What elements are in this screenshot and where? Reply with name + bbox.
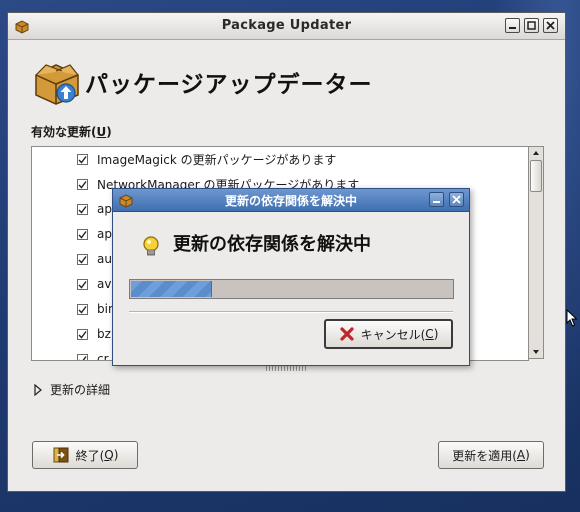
update-checkbox[interactable]: [77, 303, 88, 315]
dialog-separator: [129, 311, 453, 313]
list-item[interactable]: bz: [77, 324, 111, 344]
checkmark-icon: [78, 155, 87, 164]
close-icon: [452, 195, 461, 204]
progress-fill: [131, 281, 212, 297]
expander-triangle-icon: [34, 383, 42, 396]
update-checkbox[interactable]: [77, 178, 88, 190]
dialog-titlebar[interactable]: 更新の依存関係を解決中: [113, 189, 469, 212]
update-checkbox[interactable]: [77, 253, 88, 265]
dialog-heading: 更新の依存関係を解決中: [173, 234, 371, 255]
update-label: cr: [97, 352, 109, 361]
progress-bar: [129, 279, 454, 299]
package-update-icon: [35, 64, 79, 105]
scrollbar-thumb[interactable]: [530, 160, 542, 192]
checkmark-icon: [78, 230, 87, 239]
minimize-icon: [509, 27, 516, 29]
checkmark-icon: [78, 330, 87, 339]
maximize-icon: [527, 21, 536, 30]
minimize-icon: [433, 201, 440, 203]
checkmark-icon: [78, 205, 87, 214]
minimize-button[interactable]: [505, 18, 520, 33]
cancel-button[interactable]: キャンセル(C): [324, 319, 453, 349]
update-label: ap: [97, 202, 112, 216]
dialog-minimize-button[interactable]: [429, 192, 444, 207]
checkmark-icon: [78, 355, 87, 360]
info-bulb-icon: [143, 236, 159, 256]
update-checkbox[interactable]: [77, 278, 88, 290]
checkmark-icon: [78, 180, 87, 189]
update-checkbox[interactable]: [77, 203, 88, 215]
page-title: パッケージアップデーター: [85, 72, 373, 98]
available-updates-label: 有効な更新(U): [31, 125, 112, 139]
list-item[interactable]: cr: [77, 349, 109, 361]
resolving-dependencies-dialog: 更新の依存関係を解決中 更新の依存関係を解決中 キャンセル(C): [112, 188, 470, 366]
list-item[interactable]: ap: [77, 199, 112, 219]
update-label: bz: [97, 327, 111, 341]
list-item[interactable]: av: [77, 274, 111, 294]
list-item[interactable]: au: [77, 249, 112, 269]
update-checkbox[interactable]: [77, 328, 88, 340]
update-checkbox[interactable]: [77, 228, 88, 240]
update-label: au: [97, 252, 112, 266]
update-checkbox[interactable]: [77, 353, 88, 360]
checkmark-icon: [78, 305, 87, 314]
checkmark-icon: [78, 280, 87, 289]
update-checkbox[interactable]: [77, 153, 88, 165]
maximize-button[interactable]: [524, 18, 539, 33]
update-details-label: 更新の詳細: [50, 383, 111, 397]
quit-icon: [53, 447, 69, 463]
close-icon: [546, 21, 555, 30]
window-titlebar[interactable]: Package Updater: [8, 13, 565, 40]
list-item[interactable]: bin: [77, 299, 116, 319]
apply-updates-button[interactable]: 更新を適用(A): [438, 441, 544, 469]
cancel-x-icon: [340, 327, 354, 341]
update-details-expander[interactable]: 更新の詳細: [34, 381, 110, 398]
list-item[interactable]: ImageMagick の更新パッケージがあります: [77, 149, 336, 169]
scroll-down-icon[interactable]: [530, 346, 542, 358]
quit-button[interactable]: 終了(Q): [32, 441, 138, 469]
update-label: ap: [97, 227, 112, 241]
dialog-title: 更新の依存関係を解決中: [224, 194, 357, 208]
close-button[interactable]: [543, 18, 558, 33]
checkmark-icon: [78, 255, 87, 264]
list-item[interactable]: ap: [77, 224, 112, 244]
window-title: Package Updater: [221, 18, 352, 33]
updates-scrollbar[interactable]: [528, 146, 544, 359]
update-label: av: [97, 277, 112, 291]
dialog-close-button[interactable]: [449, 192, 464, 207]
mouse-pointer-icon: [566, 309, 578, 327]
update-label: ImageMagick の更新パッケージがあります: [97, 152, 337, 167]
scroll-up-icon[interactable]: [530, 147, 542, 159]
